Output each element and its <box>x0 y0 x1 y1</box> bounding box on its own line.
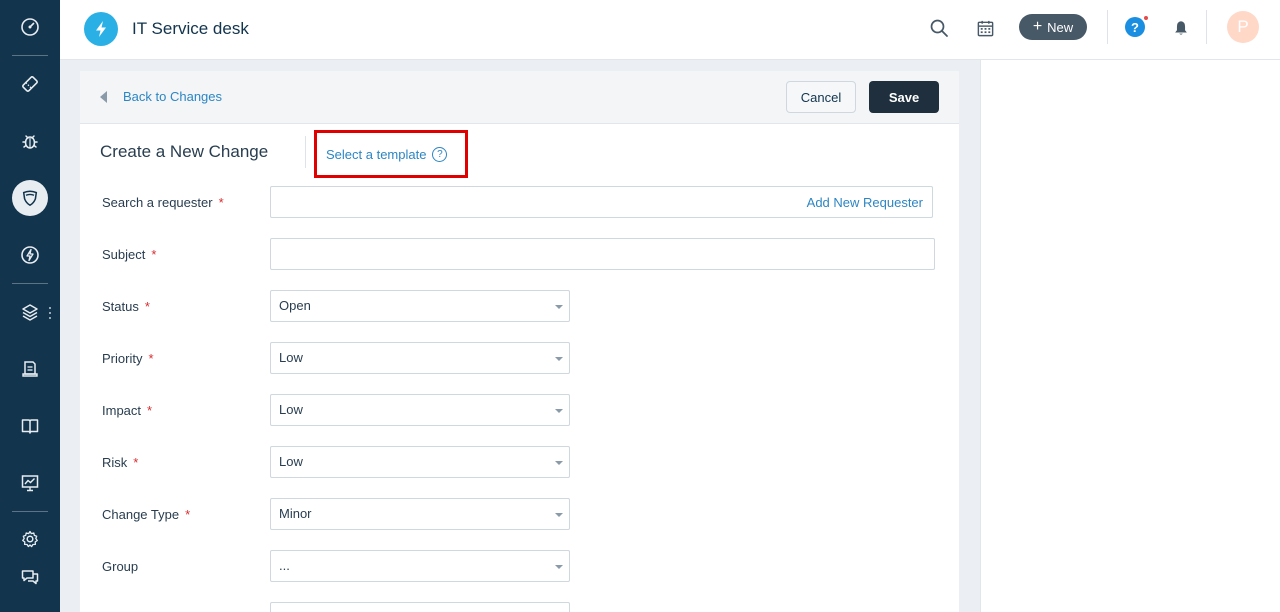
help-button[interactable]: ? <box>1125 15 1149 38</box>
bell-icon <box>1175 21 1187 35</box>
calendar-button[interactable] <box>973 16 997 40</box>
nav-dashboard[interactable] <box>0 7 60 47</box>
app-title: IT Service desk <box>132 19 249 38</box>
lightning-icon <box>96 21 106 37</box>
nav-releases[interactable] <box>0 235 60 275</box>
back-to-changes-link[interactable]: Back to Changes <box>100 89 222 104</box>
avatar[interactable]: P <box>1227 11 1259 43</box>
requester-label: Search a requester * <box>102 195 224 210</box>
nav-tickets[interactable] <box>0 64 60 104</box>
top-bar: IT Service desk + New ? P <box>60 0 1280 60</box>
cancel-button[interactable]: Cancel <box>786 81 856 113</box>
bug-icon <box>22 135 38 149</box>
shield-icon <box>22 190 38 207</box>
search-icon <box>930 19 948 37</box>
impact-select[interactable]: Low <box>270 394 570 426</box>
group-select[interactable]: ... <box>270 550 570 582</box>
book-icon <box>21 419 39 434</box>
dropdown-caret-icon <box>555 565 563 569</box>
ticket-icon <box>22 76 38 92</box>
template-highlight-box: Select a template ? <box>314 130 468 178</box>
notification-dot <box>1143 15 1149 21</box>
dropdown-caret-icon <box>555 409 563 413</box>
risk-label: Risk * <box>102 455 139 470</box>
nav-analytics[interactable] <box>0 463 60 503</box>
nav-contracts[interactable] <box>0 349 60 389</box>
document-icon <box>22 361 38 377</box>
lightning-circle-icon <box>21 246 39 264</box>
subject-label: Subject * <box>102 247 157 262</box>
status-select[interactable]: Open <box>270 290 570 322</box>
calendar-icon <box>977 20 993 36</box>
nav-solutions[interactable] <box>0 406 60 446</box>
plus-icon: + <box>1032 18 1043 35</box>
nav-admin[interactable] <box>0 519 60 559</box>
required-marker: * <box>148 351 154 366</box>
risk-select[interactable]: Low <box>270 446 570 478</box>
change-form-card: Back to Changes Cancel Save Create a New… <box>80 71 959 612</box>
right-panel <box>980 60 1280 612</box>
notifications-button[interactable] <box>1169 16 1193 40</box>
required-marker: * <box>185 507 191 522</box>
nav-separator <box>12 511 48 512</box>
change-type-select[interactable]: Minor <box>270 498 570 530</box>
dashboard-icon <box>21 18 39 36</box>
side-navigation <box>0 0 60 612</box>
nav-problems[interactable] <box>0 121 60 161</box>
chart-board-icon <box>21 475 39 492</box>
requester-input[interactable]: Add New Requester <box>270 186 933 218</box>
priority-label: Priority * <box>102 351 154 366</box>
new-button-label: New <box>1047 19 1074 35</box>
dropdown-caret-icon <box>555 513 563 517</box>
back-arrow-icon <box>100 90 107 103</box>
subject-input[interactable] <box>270 238 935 270</box>
add-new-requester-link[interactable]: Add New Requester <box>807 195 923 210</box>
help-icon: ? <box>1125 17 1145 37</box>
impact-label: Impact * <box>102 403 153 418</box>
search-button[interactable] <box>927 16 951 40</box>
help-circle-icon[interactable]: ? <box>432 146 448 162</box>
required-marker: * <box>151 247 157 262</box>
top-divider <box>1206 10 1207 44</box>
top-divider <box>1107 10 1108 44</box>
layers-icon <box>22 304 38 321</box>
dropdown-caret-icon <box>555 305 563 309</box>
form-header: Back to Changes Cancel Save <box>80 71 959 124</box>
nav-separator <box>12 283 48 284</box>
app-logo[interactable] <box>84 12 118 46</box>
dropdown-caret-icon <box>555 357 563 361</box>
nav-active-indicator <box>12 180 48 216</box>
group-label: Group <box>102 559 139 574</box>
nav-chat[interactable] <box>0 557 60 597</box>
dropdown-caret-icon <box>555 461 563 465</box>
status-label: Status * <box>102 299 150 314</box>
required-marker: * <box>218 195 224 210</box>
required-marker: * <box>147 403 153 418</box>
new-button[interactable]: + New <box>1019 14 1087 40</box>
chat-bubbles-icon <box>21 570 39 585</box>
gear-icon <box>22 530 38 548</box>
save-button[interactable]: Save <box>869 81 939 113</box>
next-field-select[interactable] <box>270 602 570 612</box>
required-marker: * <box>144 299 150 314</box>
page-title: Create a New Change <box>100 142 269 161</box>
priority-select[interactable]: Low <box>270 342 570 374</box>
title-divider <box>305 136 306 168</box>
back-link-label: Back to Changes <box>123 89 223 104</box>
change-type-label: Change Type * <box>102 507 191 522</box>
nav-separator <box>12 55 48 56</box>
select-template-link[interactable]: Select a template <box>326 147 426 162</box>
nav-changes[interactable] <box>0 178 60 218</box>
more-options-icon[interactable] <box>48 307 52 319</box>
required-marker: * <box>133 455 139 470</box>
